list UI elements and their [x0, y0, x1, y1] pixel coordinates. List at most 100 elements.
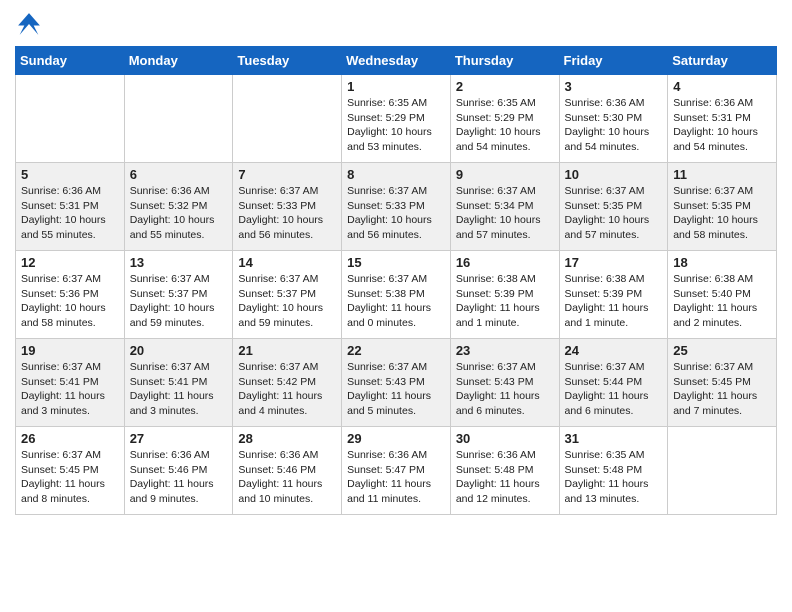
calendar-cell: 9 Sunrise: 6:37 AM Sunset: 5:34 PM Daylig… [450, 163, 559, 251]
cell-info: Sunrise: 6:36 AM Sunset: 5:46 PM Dayligh… [238, 448, 336, 507]
calendar-cell: 31 Sunrise: 6:35 AM Sunset: 5:48 PM Dayli… [559, 427, 668, 515]
cell-date-number: 30 [456, 431, 554, 446]
cell-info: Sunrise: 6:37 AM Sunset: 5:37 PM Dayligh… [238, 272, 336, 331]
calendar-cell: 2Sunrise: 6:35 AM Sunset: 5:29 PM Daylig… [450, 75, 559, 163]
cell-info: Sunrise: 6:37 AM Sunset: 5:33 PM Dayligh… [238, 184, 336, 243]
calendar-cell: 6 Sunrise: 6:36 AM Sunset: 5:32 PM Daylig… [124, 163, 233, 251]
calendar-cell: 25 Sunrise: 6:37 AM Sunset: 5:45 PM Dayli… [668, 339, 777, 427]
cell-date-number: 7 [238, 167, 336, 182]
cell-info: Sunrise: 6:37 AM Sunset: 5:44 PM Dayligh… [565, 360, 663, 419]
cell-date-number: 4 [673, 79, 771, 94]
calendar-cell: 1Sunrise: 6:35 AM Sunset: 5:29 PM Daylig… [342, 75, 451, 163]
cell-date-number: 20 [130, 343, 228, 358]
cell-info: Sunrise: 6:37 AM Sunset: 5:45 PM Dayligh… [673, 360, 771, 419]
calendar-cell: 30 Sunrise: 6:36 AM Sunset: 5:48 PM Dayli… [450, 427, 559, 515]
logo [15, 10, 47, 38]
calendar-cell: 21Sunrise: 6:37 AM Sunset: 5:42 PM Dayli… [233, 339, 342, 427]
cell-date-number: 9 [456, 167, 554, 182]
cell-info: Sunrise: 6:38 AM Sunset: 5:39 PM Dayligh… [565, 272, 663, 331]
calendar-cell: 16Sunrise: 6:38 AM Sunset: 5:39 PM Dayli… [450, 251, 559, 339]
calendar-cell: 14Sunrise: 6:37 AM Sunset: 5:37 PM Dayli… [233, 251, 342, 339]
cell-info: Sunrise: 6:37 AM Sunset: 5:42 PM Dayligh… [238, 360, 336, 419]
header [15, 10, 777, 38]
calendar-week-row: 19 Sunrise: 6:37 AM Sunset: 5:41 PM Dayli… [16, 339, 777, 427]
cell-info: Sunrise: 6:37 AM Sunset: 5:35 PM Dayligh… [673, 184, 771, 243]
weekday-header-monday: Monday [124, 47, 233, 75]
calendar-cell: 23 Sunrise: 6:37 AM Sunset: 5:43 PM Dayli… [450, 339, 559, 427]
weekday-header-row: SundayMondayTuesdayWednesdayThursdayFrid… [16, 47, 777, 75]
calendar-cell: 5 Sunrise: 6:36 AM Sunset: 5:31 PM Daylig… [16, 163, 125, 251]
cell-date-number: 11 [673, 167, 771, 182]
calendar-cell: 29Sunrise: 6:36 AM Sunset: 5:47 PM Dayli… [342, 427, 451, 515]
weekday-header-thursday: Thursday [450, 47, 559, 75]
calendar-cell: 7 Sunrise: 6:37 AM Sunset: 5:33 PM Daylig… [233, 163, 342, 251]
cell-info: Sunrise: 6:38 AM Sunset: 5:39 PM Dayligh… [456, 272, 554, 331]
calendar-cell: 8 Sunrise: 6:37 AM Sunset: 5:33 PM Daylig… [342, 163, 451, 251]
cell-info: Sunrise: 6:35 AM Sunset: 5:29 PM Dayligh… [456, 96, 554, 155]
calendar-cell: 28 Sunrise: 6:36 AM Sunset: 5:46 PM Dayli… [233, 427, 342, 515]
cell-info: Sunrise: 6:37 AM Sunset: 5:43 PM Dayligh… [456, 360, 554, 419]
cell-info: Sunrise: 6:37 AM Sunset: 5:45 PM Dayligh… [21, 448, 119, 507]
calendar-cell: 11 Sunrise: 6:37 AM Sunset: 5:35 PM Dayli… [668, 163, 777, 251]
calendar-cell: 4 Sunrise: 6:36 AM Sunset: 5:31 PM Daylig… [668, 75, 777, 163]
calendar-cell [233, 75, 342, 163]
weekday-header-friday: Friday [559, 47, 668, 75]
calendar-cell: 13Sunrise: 6:37 AM Sunset: 5:37 PM Dayli… [124, 251, 233, 339]
cell-info: Sunrise: 6:36 AM Sunset: 5:31 PM Dayligh… [21, 184, 119, 243]
cell-info: Sunrise: 6:36 AM Sunset: 5:48 PM Dayligh… [456, 448, 554, 507]
calendar-cell: 18 Sunrise: 6:38 AM Sunset: 5:40 PM Dayli… [668, 251, 777, 339]
cell-date-number: 31 [565, 431, 663, 446]
logo-icon [15, 10, 43, 38]
cell-date-number: 22 [347, 343, 445, 358]
cell-info: Sunrise: 6:36 AM Sunset: 5:46 PM Dayligh… [130, 448, 228, 507]
calendar-cell [16, 75, 125, 163]
cell-date-number: 17 [565, 255, 663, 270]
cell-info: Sunrise: 6:36 AM Sunset: 5:30 PM Dayligh… [565, 96, 663, 155]
cell-date-number: 25 [673, 343, 771, 358]
calendar-cell: 17 Sunrise: 6:38 AM Sunset: 5:39 PM Dayli… [559, 251, 668, 339]
calendar-cell [124, 75, 233, 163]
cell-info: Sunrise: 6:36 AM Sunset: 5:32 PM Dayligh… [130, 184, 228, 243]
calendar-cell: 3 Sunrise: 6:36 AM Sunset: 5:30 PM Daylig… [559, 75, 668, 163]
cell-date-number: 13 [130, 255, 228, 270]
cell-date-number: 5 [21, 167, 119, 182]
cell-info: Sunrise: 6:35 AM Sunset: 5:29 PM Dayligh… [347, 96, 445, 155]
calendar-cell: 15Sunrise: 6:37 AM Sunset: 5:38 PM Dayli… [342, 251, 451, 339]
calendar-cell: 24Sunrise: 6:37 AM Sunset: 5:44 PM Dayli… [559, 339, 668, 427]
calendar-cell: 22Sunrise: 6:37 AM Sunset: 5:43 PM Dayli… [342, 339, 451, 427]
calendar-cell: 27Sunrise: 6:36 AM Sunset: 5:46 PM Dayli… [124, 427, 233, 515]
page: SundayMondayTuesdayWednesdayThursdayFrid… [0, 0, 792, 530]
cell-info: Sunrise: 6:37 AM Sunset: 5:33 PM Dayligh… [347, 184, 445, 243]
cell-info: Sunrise: 6:37 AM Sunset: 5:35 PM Dayligh… [565, 184, 663, 243]
cell-info: Sunrise: 6:37 AM Sunset: 5:36 PM Dayligh… [21, 272, 119, 331]
cell-date-number: 18 [673, 255, 771, 270]
cell-info: Sunrise: 6:35 AM Sunset: 5:48 PM Dayligh… [565, 448, 663, 507]
weekday-header-sunday: Sunday [16, 47, 125, 75]
calendar-cell: 19 Sunrise: 6:37 AM Sunset: 5:41 PM Dayli… [16, 339, 125, 427]
cell-date-number: 10 [565, 167, 663, 182]
weekday-header-wednesday: Wednesday [342, 47, 451, 75]
cell-date-number: 3 [565, 79, 663, 94]
calendar-week-row: 26Sunrise: 6:37 AM Sunset: 5:45 PM Dayli… [16, 427, 777, 515]
cell-info: Sunrise: 6:36 AM Sunset: 5:47 PM Dayligh… [347, 448, 445, 507]
cell-date-number: 12 [21, 255, 119, 270]
calendar-week-row: 1Sunrise: 6:35 AM Sunset: 5:29 PM Daylig… [16, 75, 777, 163]
cell-info: Sunrise: 6:38 AM Sunset: 5:40 PM Dayligh… [673, 272, 771, 331]
calendar-cell [668, 427, 777, 515]
calendar-cell: 10 Sunrise: 6:37 AM Sunset: 5:35 PM Dayli… [559, 163, 668, 251]
calendar-table: SundayMondayTuesdayWednesdayThursdayFrid… [15, 46, 777, 515]
cell-date-number: 6 [130, 167, 228, 182]
cell-info: Sunrise: 6:37 AM Sunset: 5:41 PM Dayligh… [130, 360, 228, 419]
cell-info: Sunrise: 6:37 AM Sunset: 5:34 PM Dayligh… [456, 184, 554, 243]
weekday-header-tuesday: Tuesday [233, 47, 342, 75]
calendar-cell: 20 Sunrise: 6:37 AM Sunset: 5:41 PM Dayli… [124, 339, 233, 427]
cell-date-number: 8 [347, 167, 445, 182]
cell-date-number: 28 [238, 431, 336, 446]
cell-info: Sunrise: 6:37 AM Sunset: 5:38 PM Dayligh… [347, 272, 445, 331]
cell-date-number: 19 [21, 343, 119, 358]
cell-date-number: 23 [456, 343, 554, 358]
calendar-week-row: 5 Sunrise: 6:36 AM Sunset: 5:31 PM Daylig… [16, 163, 777, 251]
cell-info: Sunrise: 6:36 AM Sunset: 5:31 PM Dayligh… [673, 96, 771, 155]
calendar-cell: 12 Sunrise: 6:37 AM Sunset: 5:36 PM Dayli… [16, 251, 125, 339]
cell-info: Sunrise: 6:37 AM Sunset: 5:41 PM Dayligh… [21, 360, 119, 419]
